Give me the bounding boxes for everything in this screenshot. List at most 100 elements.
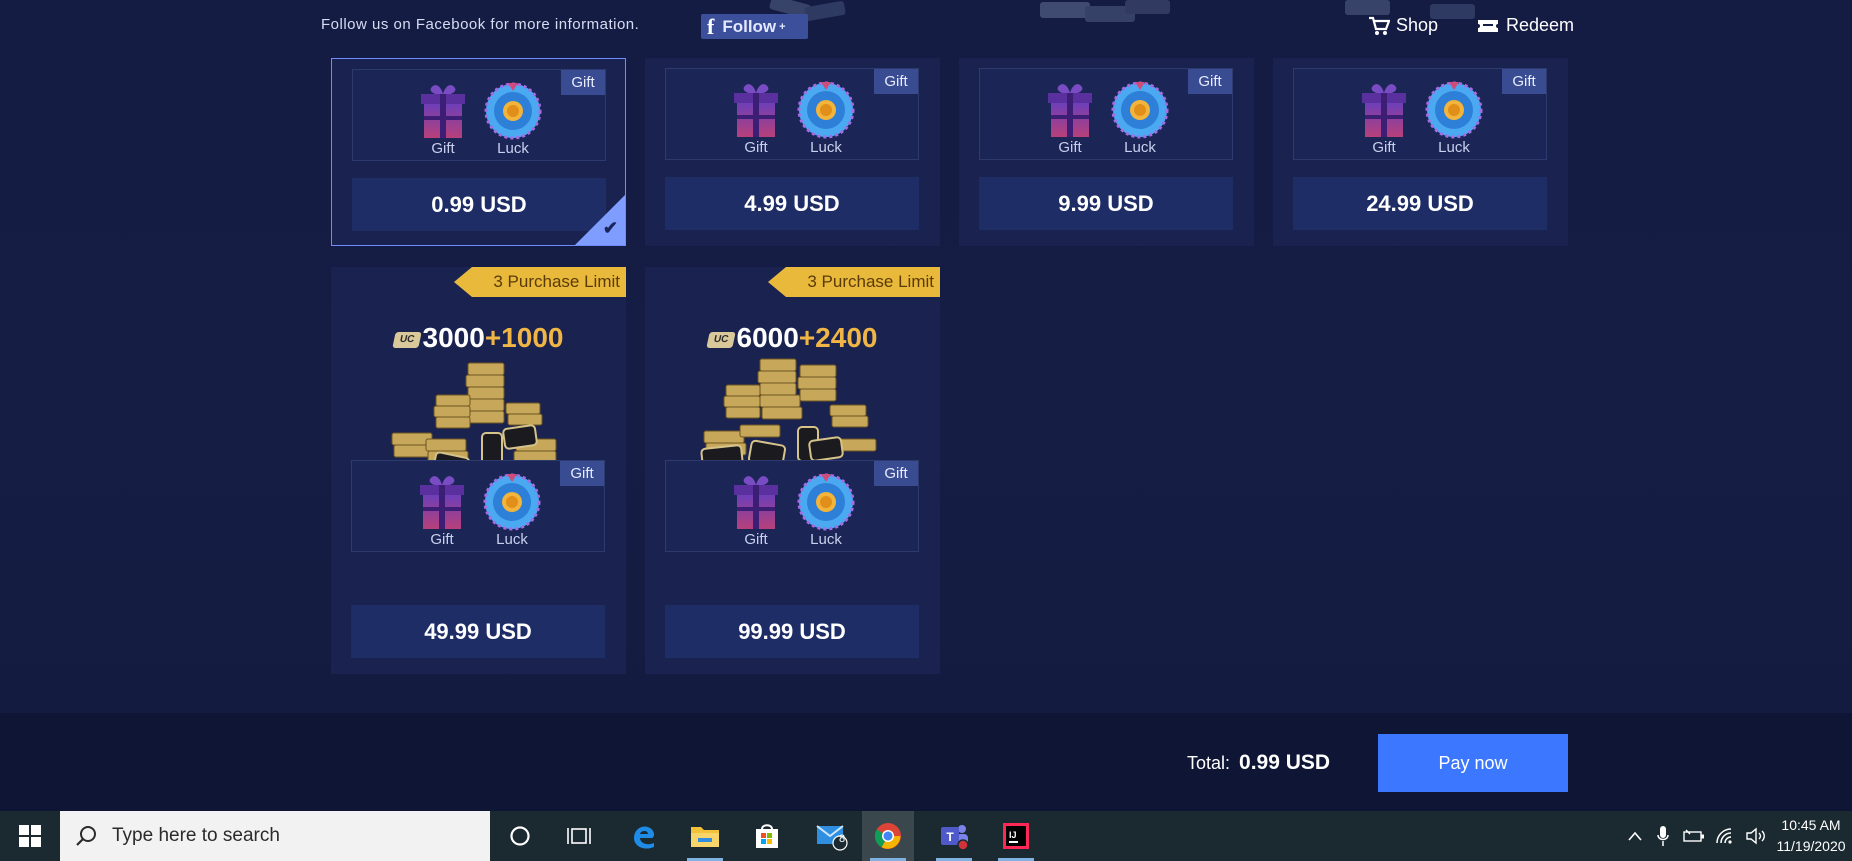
file-explorer-icon — [691, 827, 719, 847]
gift-perk-label: Gift — [744, 531, 768, 548]
gift-tag: Gift — [874, 461, 918, 486]
price-button[interactable]: 24.99 USD — [1293, 177, 1547, 230]
microphone-tray-button[interactable] — [1650, 811, 1676, 861]
shop-link[interactable]: Shop — [1368, 15, 1438, 36]
gift-tag: Gift — [1188, 69, 1232, 94]
gift-perk: Gift — [1354, 81, 1414, 156]
intellij-button[interactable]: IJ — [990, 811, 1042, 861]
gift-tag: Gift — [561, 70, 605, 95]
cart-icon — [1369, 16, 1390, 35]
luck-wheel-icon — [797, 473, 855, 531]
windows-taskbar: Type here to search 8 T IJ 10:45 AM 11/1… — [0, 811, 1852, 861]
pay-now-button[interactable]: Pay now — [1378, 734, 1568, 792]
total-label: Total: — [1187, 753, 1231, 773]
uc-base-amount: 6000 — [736, 322, 799, 353]
follow-label: Follow — [722, 16, 777, 36]
price-button[interactable]: 49.99 USD — [351, 605, 605, 658]
cortana-button[interactable] — [494, 811, 546, 861]
luck-wheel-icon — [797, 81, 855, 139]
chrome-button[interactable] — [862, 811, 914, 861]
luck-wheel-icon — [483, 473, 541, 531]
price-button[interactable]: 99.99 USD — [665, 605, 919, 658]
clock-date: 11/19/2020 — [1776, 838, 1846, 854]
price-button[interactable]: 4.99 USD — [665, 177, 919, 230]
uc-bonus-amount: +1000 — [484, 322, 564, 353]
task-view-button[interactable] — [553, 811, 605, 861]
redeem-label: Redeem — [1506, 15, 1575, 35]
uc-package-card-6[interactable]: 3 Purchase Limit UC 6000+2400 Gift Gift … — [645, 267, 940, 674]
facebook-icon: f — [707, 13, 715, 39]
gift-tag: Gift — [874, 69, 918, 94]
checkout-bar: Total: 0.99 USD Pay now — [0, 713, 1852, 811]
battery-tray-button[interactable] — [1680, 811, 1708, 861]
uc-badge-icon: UC — [705, 331, 736, 348]
svg-text:IJ: IJ — [1009, 830, 1017, 840]
chrome-icon — [874, 823, 901, 849]
luck-perk: Luck — [482, 473, 542, 548]
svg-text:T: T — [946, 830, 954, 844]
luck-perk-label: Luck — [496, 531, 528, 548]
uc-package-card-1[interactable]: Gift Gift Luck 0.99 USD ✔ — [331, 58, 626, 246]
start-button[interactable] — [0, 811, 60, 861]
bonus-gift-box: Gift Gift Luck — [979, 68, 1233, 160]
uc-package-card-5[interactable]: 3 Purchase Limit UC 3000+1000 Gift Gift … — [331, 267, 626, 674]
windows-start-icon — [19, 825, 41, 847]
luck-wheel-icon — [484, 82, 542, 140]
teams-icon: T — [941, 825, 969, 851]
show-hidden-icons-button[interactable] — [1622, 811, 1648, 861]
bonus-gift-box: Gift Gift Luck — [352, 69, 606, 161]
uc-badge-icon: UC — [391, 331, 422, 348]
luck-perk-label: Luck — [1438, 139, 1470, 156]
gift-box-icon — [1048, 84, 1092, 137]
gift-box-icon — [734, 84, 778, 137]
battery-icon — [1683, 829, 1704, 842]
store-button[interactable] — [741, 811, 793, 861]
gift-tag: Gift — [560, 461, 604, 486]
wifi-icon — [1716, 828, 1732, 844]
gift-box-icon — [734, 476, 778, 529]
gift-perk: Gift — [726, 473, 786, 548]
bonus-gift-box: Gift Gift Luck — [665, 460, 919, 552]
wifi-tray-button[interactable] — [1712, 811, 1740, 861]
uc-package-card-2[interactable]: Gift Gift Luck 4.99 USD — [645, 58, 940, 246]
luck-perk: Luck — [483, 82, 543, 157]
bonus-gift-box: Gift Gift Luck — [1293, 68, 1547, 160]
uc-package-card-4[interactable]: Gift Gift Luck 24.99 USD — [1273, 58, 1568, 246]
volume-tray-button[interactable] — [1742, 811, 1770, 861]
shop-label: Shop — [1396, 15, 1439, 35]
taskbar-search-input[interactable]: Type here to search — [60, 811, 490, 861]
uc-package-card-3[interactable]: Gift Gift Luck 9.99 USD — [959, 58, 1254, 246]
chevron-up-icon — [1628, 831, 1642, 841]
gift-perk-label: Gift — [1058, 139, 1082, 156]
microphone-icon — [1657, 826, 1669, 846]
coin-decoration — [1040, 0, 1170, 22]
ticket-icon — [1478, 19, 1498, 32]
luck-perk: Luck — [1424, 81, 1484, 156]
uc-base-amount: 3000 — [422, 322, 485, 353]
luck-perk: Luck — [796, 81, 856, 156]
uc-bonus-amount: +2400 — [798, 322, 878, 353]
redeem-link[interactable]: Redeem — [1476, 15, 1574, 36]
facebook-follow-button[interactable]: f Follow + — [701, 14, 808, 39]
clock-time: 10:45 AM — [1781, 817, 1841, 833]
file-explorer-button[interactable] — [679, 811, 731, 861]
luck-perk-label: Luck — [497, 140, 529, 157]
teams-button[interactable]: T — [928, 811, 980, 861]
gift-perk-label: Gift — [1372, 139, 1396, 156]
follow-facebook-text: Follow us on Facebook for more informati… — [321, 16, 640, 33]
luck-wheel-icon — [1111, 81, 1169, 139]
order-total: Total: 0.99 USD — [1187, 751, 1330, 775]
store-page: Follow us on Facebook for more informati… — [0, 0, 1852, 713]
taskbar-clock[interactable]: 10:45 AM 11/19/2020 — [1770, 815, 1852, 857]
mail-unread-badge: 8 — [839, 833, 846, 845]
total-amount: 0.99 USD — [1239, 751, 1331, 774]
cortana-icon — [510, 826, 530, 846]
bonus-gift-box: Gift Gift Luck — [665, 68, 919, 160]
edge-button[interactable] — [618, 811, 670, 861]
price-button[interactable]: 9.99 USD — [979, 177, 1233, 230]
search-icon — [76, 826, 96, 846]
gift-box-icon — [1362, 84, 1406, 137]
price-button[interactable]: 0.99 USD — [352, 178, 606, 231]
search-placeholder: Type here to search — [112, 825, 280, 846]
mail-button[interactable]: 8 — [806, 811, 858, 861]
